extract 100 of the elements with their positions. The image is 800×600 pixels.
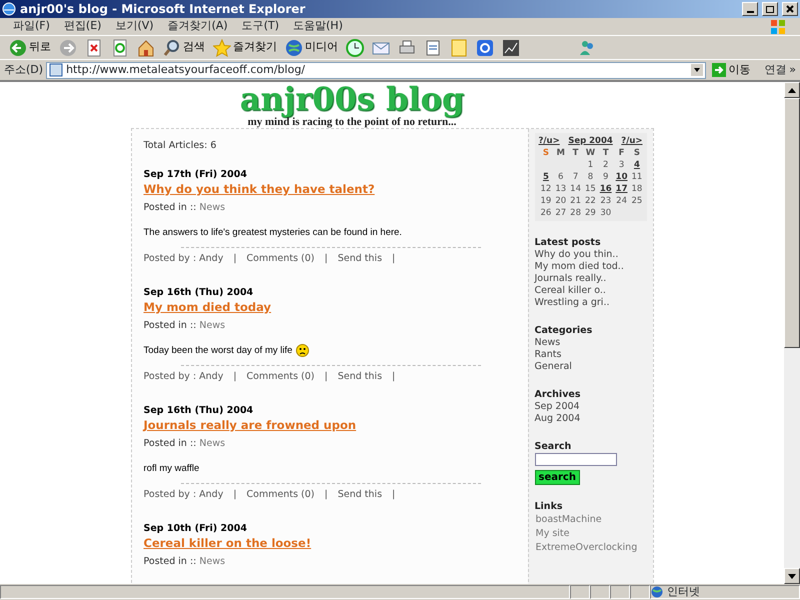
note-icon (450, 38, 468, 56)
address-label: 주소(D) (4, 62, 44, 78)
back-arrow-button[interactable]: 뒤로 (6, 38, 54, 58)
calendar-day: 20 (553, 195, 568, 207)
calendar-day: 27 (553, 207, 568, 219)
sidebar-link[interactable]: ExtremeOverclocking (534, 541, 646, 555)
calendar-day: 30 (598, 207, 614, 219)
calendar-day: 26 (538, 207, 554, 219)
restore-icon (766, 6, 774, 12)
comments-link[interactable]: Comments (0) (246, 370, 315, 383)
comments-link[interactable]: Comments (0) (246, 252, 315, 265)
up-arrow-icon (788, 88, 796, 92)
menu-item[interactable]: 도구(T) (234, 18, 286, 35)
send-link[interactable]: Send this (338, 488, 382, 501)
weekday-label: F (618, 147, 626, 159)
separator: | (233, 488, 237, 501)
section-heading: Links (534, 501, 564, 513)
menu-item[interactable]: 도움말(H) (286, 18, 350, 35)
globe-icon (285, 38, 303, 56)
post-body: rofl my waffle (144, 462, 200, 475)
calendar-day-link[interactable]: 16 (598, 183, 614, 195)
category-link[interactable]: News (199, 202, 226, 213)
chevron-button[interactable]: » (789, 62, 796, 78)
calendar-day-link[interactable]: 10 (614, 171, 630, 183)
total-articles: Total Articles: 6 (144, 139, 218, 152)
calendar-day: 9 (598, 171, 614, 183)
calendar-day: 15 (582, 183, 598, 195)
separator: | (392, 370, 396, 383)
prev-month-link[interactable]: ?/u> (538, 135, 560, 147)
calendar-day: 8 (582, 171, 598, 183)
globe-button[interactable]: 미디어 (282, 38, 341, 58)
calendar-day-link[interactable]: 5 (538, 171, 554, 183)
comments-link[interactable]: Comments (0) (246, 488, 315, 501)
separator: | (324, 370, 328, 383)
scrollbar-thumb[interactable] (784, 98, 800, 348)
address-field[interactable]: http://www.metaleatsyourfaceoff.com/blog/ (46, 62, 706, 78)
post-date: Sep 16th (Thu) 2004 (144, 286, 254, 299)
blog-tagline: my mind is racing to the point of no return... (248, 116, 456, 128)
sidebar-link[interactable]: Rants (534, 349, 646, 361)
calendar-day: 19 (538, 195, 554, 207)
calendar-day: 22 (582, 195, 598, 207)
sidebar-link[interactable]: My site (534, 527, 646, 541)
sidebar-link[interactable]: News (534, 337, 646, 349)
star-button[interactable]: 즐겨찾기 (210, 38, 280, 58)
calendar-day-link[interactable]: 17 (614, 183, 630, 195)
scroll-up-button[interactable] (784, 82, 800, 98)
search-field[interactable] (534, 453, 616, 466)
next-month-link[interactable]: ?/u> (621, 135, 642, 147)
menu-item[interactable]: 편집(E) (56, 18, 108, 35)
close-button[interactable] (782, 2, 798, 16)
section-heading: Latest posts (534, 237, 602, 249)
calendar-day: 24 (614, 195, 630, 207)
category-link[interactable]: News (199, 320, 226, 331)
go-button[interactable]: 이동 (709, 60, 754, 80)
send-link[interactable]: Send this (338, 370, 382, 383)
page-icon (49, 63, 64, 77)
calendar-day-link[interactable]: 4 (630, 159, 644, 171)
calendar-day: 6 (553, 171, 568, 183)
calendar-day: 13 (553, 183, 568, 195)
sidebar-link[interactable]: Wrestling a gri.. (534, 297, 646, 309)
sidebar-link[interactable]: Why do you thin.. (534, 249, 646, 261)
calendar-day: 12 (538, 183, 554, 195)
printer-icon (398, 38, 416, 56)
search-button[interactable]: search (534, 470, 580, 485)
weekday-label: W (584, 147, 596, 159)
sidebar-link[interactable]: Sep 2004 (534, 401, 646, 413)
weekday-label: M (556, 147, 566, 159)
section-heading: Search (534, 441, 572, 453)
globe-icon (651, 586, 663, 598)
clock-button[interactable] (343, 38, 367, 58)
sidebar-link[interactable]: General (534, 361, 646, 373)
minimize-button[interactable] (742, 2, 758, 16)
links-label[interactable]: 연결 (764, 62, 786, 78)
sidebar-link[interactable]: boastMachine (534, 513, 646, 527)
category-link[interactable]: News (199, 438, 226, 449)
month-title: Sep 2004 (568, 135, 613, 147)
send-link[interactable]: Send this (338, 252, 382, 265)
search-icon (163, 38, 181, 56)
restore-button[interactable] (762, 2, 778, 16)
menu-item[interactable]: 즐겨찾기(A) (160, 18, 235, 35)
posted-by-text: Posted by : Andy (144, 252, 224, 265)
weekday-label: S (542, 147, 550, 159)
sidebar-link[interactable]: Aug 2004 (534, 413, 646, 425)
posted-in-label: Posted in :: (144, 320, 196, 331)
sidebar-link[interactable]: Journals really.. (534, 273, 646, 285)
calendar-day: 11 (630, 171, 644, 183)
search-button[interactable]: 검색 (160, 38, 208, 58)
sidebar-link[interactable]: My mom died tod.. (534, 261, 646, 273)
scroll-down-button[interactable] (784, 568, 800, 584)
calendar-day: 28 (568, 207, 583, 219)
calendar-day: 1 (582, 159, 598, 171)
category-link[interactable]: News (199, 556, 226, 567)
sidebar-link[interactable]: Cereal killer o.. (534, 285, 646, 297)
separator: | (392, 252, 396, 265)
menu-item[interactable]: 보기(V) (108, 18, 161, 35)
menu-item[interactable]: 파일(F) (6, 18, 57, 35)
close-icon (786, 5, 794, 13)
stop-icon (85, 38, 103, 56)
post-date: Sep 10th (Fri) 2004 (144, 522, 248, 535)
zone-label: 인터넷 (667, 584, 700, 600)
